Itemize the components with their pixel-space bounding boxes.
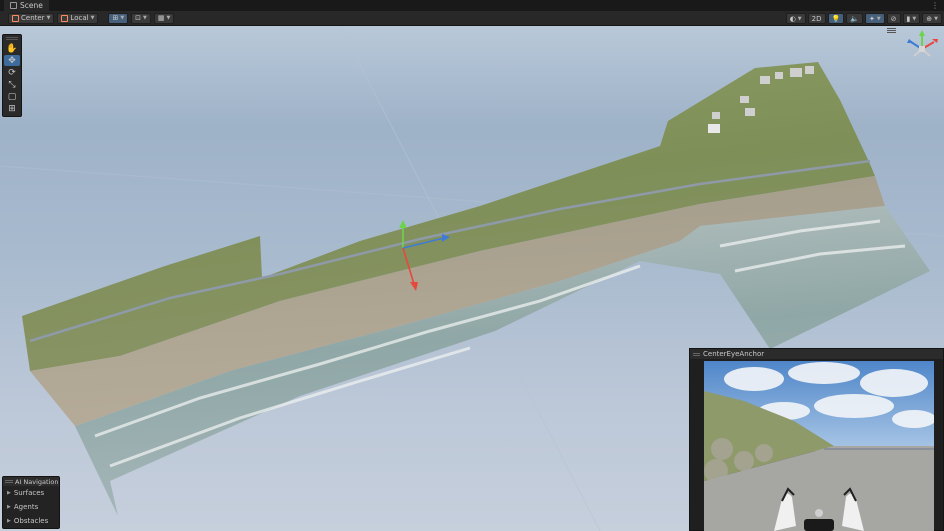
ai-navigation-header[interactable]: AI Navigation [3, 477, 59, 486]
toggle-2d-button[interactable]: 2D [807, 13, 826, 24]
gizmos-button[interactable]: ⊕ ▼ [922, 13, 942, 24]
chevron-down-icon: ▼ [912, 15, 917, 22]
ai-navigation-item-label: Surfaces [13, 489, 45, 497]
chevron-down-icon: ▼ [934, 15, 938, 22]
rotate-icon: ⟳ [8, 67, 16, 78]
scene-toolbar: Center ▼ Local ▼ ⊞ ▼ ⊡ ▼ ▦ ▼ ◐ ▼ 2D 💡 🔈 … [0, 11, 944, 26]
scene-tools-overlay: ✋ ✥ ⟳ ⤡ ▢ ⊞ [2, 34, 22, 117]
tool-view-button[interactable]: ✋ [4, 43, 20, 54]
tool-rotate-button[interactable]: ⟳ [4, 67, 20, 78]
shading-sphere-icon: ◐ [789, 14, 796, 23]
camera-preview-image [704, 361, 934, 531]
increment-snap-button[interactable]: ⊡ ▼ [131, 12, 151, 24]
chevron-down-icon: ▼ [876, 15, 881, 22]
pivot-mode-dropdown[interactable]: Center ▼ [8, 12, 55, 24]
rect-icon: ▢ [7, 91, 17, 102]
window-title-bar: Scene ⋮ [0, 0, 944, 11]
scene-viewport[interactable]: ✋ ✥ ⟳ ⤡ ▢ ⊞ AI Navigation ▶ Surfaces ▶ A… [0, 26, 944, 531]
effects-icon: ✦ [868, 14, 875, 23]
light-bulb-icon: 💡 [831, 14, 841, 23]
overlay-grip-icon[interactable] [693, 352, 700, 356]
ai-navigation-item-surfaces[interactable]: ▶ Surfaces [3, 486, 59, 500]
camera-preview-header[interactable]: CenterEyeAnchor [690, 349, 943, 359]
chevron-down-icon: ▼ [120, 15, 125, 21]
transform-icon: ⊞ [8, 103, 16, 114]
overlay-grip-icon[interactable] [5, 480, 13, 483]
camera-preview-title: CenterEyeAnchor [703, 350, 765, 358]
pivot-mode-label: Center [21, 14, 45, 22]
chevron-down-icon: ▼ [166, 15, 171, 21]
audio-toggle-button[interactable]: 🔈 [846, 13, 863, 24]
camera-preview-overlay: CenterEyeAnchor [689, 348, 944, 531]
ai-navigation-overlay: AI Navigation ▶ Surfaces ▶ Agents ▶ Obst… [2, 476, 60, 529]
pivot-space-dropdown[interactable]: Local ▼ [57, 12, 99, 24]
grid-icon: ⊞ [112, 14, 119, 22]
ai-navigation-title: AI Navigation [15, 477, 59, 486]
overlay-grip-icon[interactable] [6, 37, 18, 40]
ai-navigation-item-obstacles[interactable]: ▶ Obstacles [3, 514, 59, 528]
orientation-gizmo[interactable] [904, 28, 940, 70]
chevron-down-icon: ▼ [797, 15, 802, 22]
eye-slash-icon: ⊘ [890, 14, 897, 23]
tool-transform-button[interactable]: ⊞ [4, 103, 20, 114]
scale-icon: ⤡ [8, 79, 16, 90]
hidden-objects-button[interactable]: ⊘ [886, 13, 901, 24]
ai-navigation-item-label: Agents [13, 503, 39, 511]
grid-visibility-button[interactable]: ▦ ▼ [153, 12, 175, 24]
scene-grid-icon [10, 2, 17, 9]
expand-triangle-icon[interactable]: ▶ [7, 504, 11, 510]
orientation-center-cube-icon[interactable] [919, 46, 925, 52]
toggle-2d-label: 2D [811, 14, 822, 23]
speaker-icon: 🔈 [850, 14, 859, 23]
orientation-y-cone-icon[interactable] [919, 30, 925, 36]
move-arrows-icon: ✥ [8, 55, 16, 66]
scene-tab-label: Scene [20, 1, 43, 10]
unity-scene-window: Scene ⋮ Center ▼ Local ▼ ⊞ ▼ ⊡ ▼ ▦ ▼ ◐ ▼… [0, 0, 944, 531]
local-space-icon [61, 14, 69, 22]
globe-icon: ⊕ [926, 14, 933, 23]
camera-settings-button[interactable]: ▮ ▼ [902, 13, 921, 24]
tool-move-button[interactable]: ✥ [4, 55, 20, 66]
toolbar-right-group: ◐ ▼ 2D 💡 🔈 ✦ ▼ ⊘ ▮ ▼ ⊕ ▼ [785, 13, 942, 24]
grid-plane-icon: ▦ [157, 14, 165, 22]
chevron-down-icon: ▼ [90, 15, 95, 21]
tool-rect-button[interactable]: ▢ [4, 91, 20, 102]
gizmo-y-arrow-icon[interactable] [399, 220, 407, 228]
ai-navigation-item-label: Obstacles [13, 517, 49, 525]
expand-triangle-icon[interactable]: ▶ [7, 518, 11, 524]
chevron-down-icon: ▼ [46, 15, 51, 21]
pivot-space-label: Local [70, 14, 89, 22]
scene-tab[interactable]: Scene [4, 0, 49, 11]
chevron-down-icon: ▼ [143, 15, 147, 21]
orientation-z-cone-icon[interactable] [907, 39, 914, 43]
snap-icon: ⊡ [135, 14, 142, 22]
lighting-toggle-button[interactable]: 💡 [827, 13, 845, 24]
window-menu-icon[interactable]: ⋮ [931, 1, 940, 10]
ai-navigation-item-agents[interactable]: ▶ Agents [3, 500, 59, 514]
camera-icon: ▮ [906, 14, 911, 23]
draw-mode-button[interactable]: ◐ ▼ [785, 13, 806, 24]
hand-icon: ✋ [6, 43, 18, 54]
effects-button[interactable]: ✦ ▼ [864, 13, 885, 24]
pivot-center-icon [12, 14, 19, 22]
expand-triangle-icon[interactable]: ▶ [7, 490, 11, 496]
gizmo-menu-icon[interactable] [887, 28, 896, 33]
grid-snapping-button[interactable]: ⊞ ▼ [108, 12, 129, 24]
tool-scale-button[interactable]: ⤡ [4, 79, 20, 90]
